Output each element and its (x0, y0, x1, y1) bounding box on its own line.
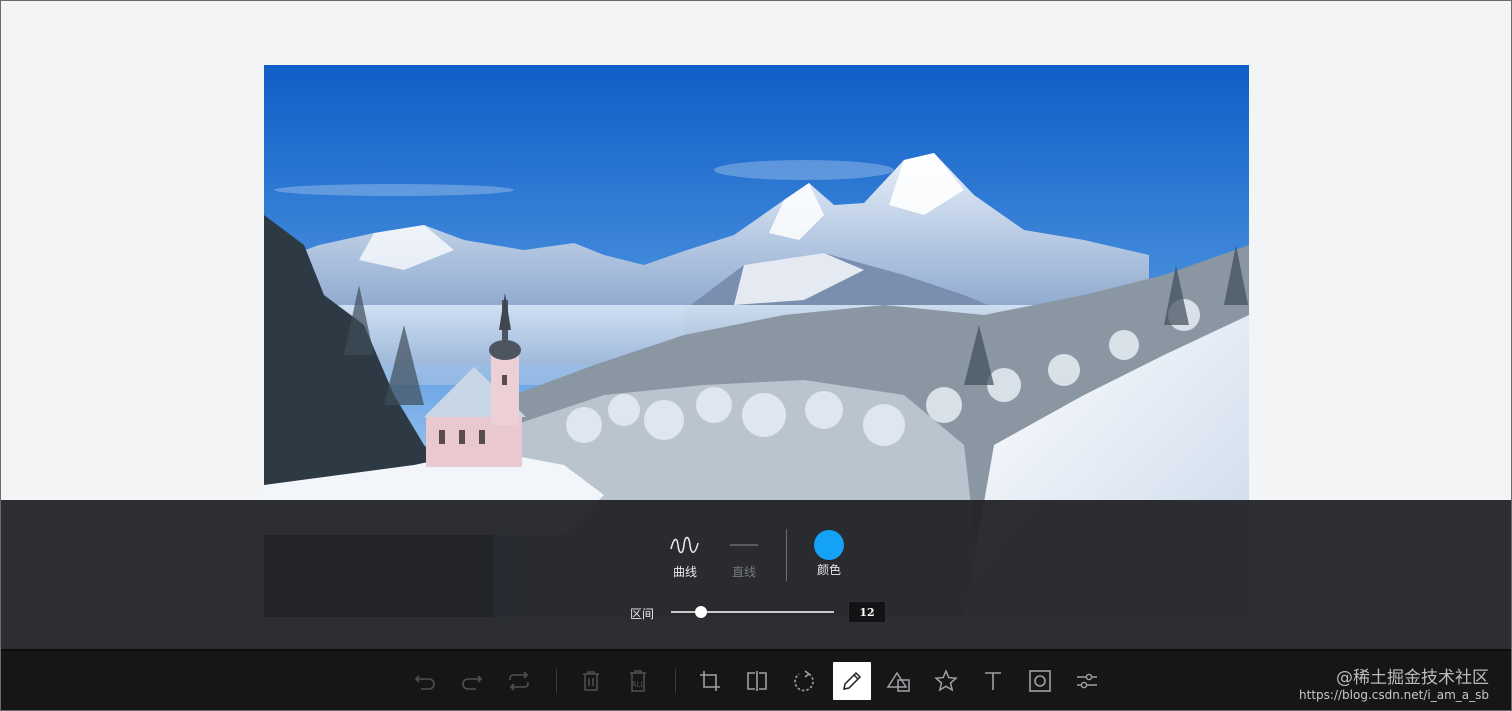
toolbar-separator (556, 669, 557, 693)
delete-all-icon: ALL (630, 670, 646, 692)
flip-button[interactable] (738, 662, 776, 700)
shape-icon (886, 671, 910, 692)
toolbar-separator (675, 669, 676, 693)
undo-icon (414, 675, 435, 690)
redo-icon (462, 675, 483, 690)
icon-button[interactable] (927, 662, 965, 700)
mask-icon (1029, 670, 1051, 692)
range-label: 区间 (630, 607, 655, 621)
curve-icon (655, 531, 715, 559)
rotate-button[interactable] (785, 662, 823, 700)
rotate-icon (794, 670, 814, 692)
free-draw-option[interactable]: 曲线 (655, 531, 715, 580)
draw-button[interactable] (833, 662, 871, 700)
watermark-url: https://blog.csdn.net/i_am_a_sb (1299, 688, 1489, 702)
text-icon (985, 672, 1001, 690)
undo-button[interactable] (406, 662, 444, 700)
filter-button[interactable] (1068, 662, 1106, 700)
flip-icon (747, 671, 767, 691)
reset-icon (509, 671, 529, 691)
delete-icon (583, 671, 599, 691)
text-button[interactable] (974, 662, 1012, 700)
color-swatch[interactable] (814, 530, 844, 560)
curve-label: 曲线 (672, 565, 697, 579)
color-label: 颜色 (816, 563, 841, 577)
mask-button[interactable] (1021, 662, 1059, 700)
color-picker-option[interactable]: 颜色 (799, 530, 859, 578)
watermark: @稀土掘金技术社区 https://blog.csdn.net/i_am_a_s… (1299, 668, 1489, 702)
straight-line-icon (714, 531, 774, 559)
submenu-divider (786, 529, 787, 581)
draw-icon (843, 671, 862, 690)
image-editor-window: 曲线 直线 颜色 区间 12 ALL @稀土掘金技术社区 https://blo… (0, 0, 1512, 711)
redo-button[interactable] (453, 662, 491, 700)
brush-width-value-input[interactable]: 12 (848, 601, 886, 623)
delete-all-button[interactable]: ALL (619, 662, 657, 700)
straight-line-option[interactable]: 直线 (714, 531, 774, 580)
shape-button[interactable] (880, 662, 918, 700)
color-swatch-wrap (799, 530, 859, 560)
delete-all-text: ALL (631, 680, 645, 689)
crop-icon (700, 671, 720, 691)
watermark-brand: @稀土掘金技术社区 (1336, 668, 1489, 688)
reset-button[interactable] (500, 662, 538, 700)
star-icon (934, 669, 958, 692)
crop-button[interactable] (691, 662, 729, 700)
filter-icon (1077, 673, 1097, 689)
delete-button[interactable] (572, 662, 610, 700)
line-label: 直线 (731, 565, 756, 579)
